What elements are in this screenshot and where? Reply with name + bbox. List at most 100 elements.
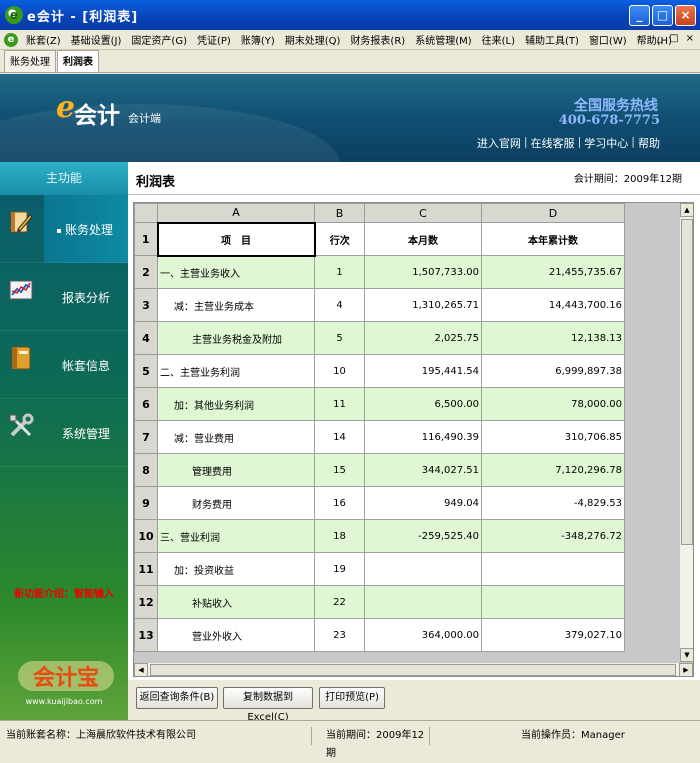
table-row[interactable]: 2 一、主营业务收入 1 1,507,733.00 21,455,735.67 [134,255,680,289]
row-header[interactable]: 2 [134,255,158,289]
cell-item[interactable]: 加：其他业务利润 [157,387,315,421]
table-row[interactable]: 4 主营业务税金及附加 5 2,025.75 12,138.13 [134,321,680,355]
tab-income-statement[interactable]: 利润表 [57,50,99,72]
cell-line-no[interactable]: 14 [314,420,365,454]
grid-corner[interactable] [134,203,158,223]
cell-year-amount[interactable]: 379,027.10 [481,618,625,652]
cell-line-no[interactable]: 1 [314,255,365,289]
scroll-thumb[interactable] [681,219,693,545]
column-header-a[interactable]: A [157,203,315,223]
cell-year-amount[interactable]: 7,120,296.78 [481,453,625,487]
cell-year-amount[interactable]: 78,000.00 [481,387,625,421]
cell-header-item[interactable]: 项 目 [156,221,316,257]
table-row[interactable]: 6 加：其他业务利润 11 6,500.00 78,000.00 [134,387,680,421]
cell-month-amount[interactable] [364,552,482,586]
table-row[interactable]: 13 营业外收入 23 364,000.00 379,027.10 [134,618,680,652]
cell-year-amount[interactable]: 14,443,700.16 [481,288,625,322]
row-header[interactable]: 11 [134,552,158,586]
cell-line-no[interactable]: 5 [314,321,365,355]
menu-tools[interactable]: 辅助工具(T) [520,32,584,47]
sidebar-item-report-analysis[interactable]: 报表分析 [0,263,128,331]
close-button[interactable]: × [675,5,696,26]
cell-month-amount[interactable]: 6,500.00 [364,387,482,421]
cell-item[interactable]: 管理费用 [157,453,315,487]
link-help[interactable]: 帮助 [638,135,660,151]
row-header[interactable]: 10 [134,519,158,553]
table-row[interactable]: 12 补贴收入 22 [134,585,680,619]
scroll-up-arrow-icon[interactable]: ▲ [680,203,693,217]
cell-line-no[interactable]: 18 [314,519,365,553]
cell-month-amount[interactable]: 116,490.39 [364,420,482,454]
cell-year-amount[interactable]: -348,276.72 [481,519,625,553]
cell-item[interactable]: 减：营业费用 [157,420,315,454]
horizontal-scrollbar[interactable]: ◀ ▶ [134,662,693,676]
mdi-minimize-button[interactable]: _ [657,33,662,44]
row-header[interactable]: 9 [134,486,158,520]
cell-item[interactable]: 二、主营业务利润 [157,354,315,388]
menu-system-management[interactable]: 系统管理(M) [410,32,476,47]
scroll-left-arrow-icon[interactable]: ◀ [134,663,148,676]
cell-item[interactable]: 减：主营业务成本 [157,288,315,322]
cell-item[interactable]: 一、主营业务收入 [157,255,315,289]
cell-item[interactable]: 三、营业利润 [157,519,315,553]
row-header[interactable]: 6 [134,387,158,421]
menu-window[interactable]: 窗口(W) [584,32,632,47]
sidebar-item-accounting[interactable]: 账务处理 [0,195,128,263]
cell-month-amount[interactable]: 195,441.54 [364,354,482,388]
cell-line-no[interactable]: 19 [314,552,365,586]
mdi-close-button[interactable]: × [686,33,694,44]
menu-ledger[interactable]: 账簿(Y) [236,32,280,47]
window-titlebar[interactable]: e e会计 - [利润表] _ □ × [0,0,700,30]
cell-year-amount[interactable]: 12,138.13 [481,321,625,355]
income-statement-grid[interactable]: A B C D 1 项 目 行次 本月数 本年累计数 2 一、主营业务收入 1 1,5… [134,203,680,652]
vertical-scrollbar[interactable]: ▲ ▼ [679,203,693,662]
cell-item[interactable]: 加：投资收益 [157,552,315,586]
cell-month-amount[interactable]: 949.04 [364,486,482,520]
back-to-query-button[interactable]: 返回查询条件(B) [136,687,218,709]
menu-financial-reports[interactable]: 财务报表(R) [345,32,410,47]
menu-period-end[interactable]: 期末处理(Q) [280,32,346,47]
table-row[interactable]: 3 减：主营业务成本 4 1,310,265.71 14,443,700.16 [134,288,680,322]
menu-voucher[interactable]: 凭证(P) [192,32,236,47]
cell-month-amount[interactable]: -259,525.40 [364,519,482,553]
row-header[interactable]: 7 [134,420,158,454]
mdi-restore-button[interactable]: □ [669,33,678,44]
maximize-button[interactable]: □ [652,5,673,26]
cell-line-no[interactable]: 15 [314,453,365,487]
minimize-button[interactable]: _ [629,5,650,26]
cell-line-no[interactable]: 4 [314,288,365,322]
cell-month-amount[interactable]: 1,507,733.00 [364,255,482,289]
menu-contacts[interactable]: 往来(L) [477,32,520,47]
cell-header-year[interactable]: 本年累计数 [481,222,625,256]
link-official-site[interactable]: 进入官网 [477,135,521,151]
cell-line-no[interactable]: 11 [314,387,365,421]
cell-year-amount[interactable]: 6,999,897.38 [481,354,625,388]
menu-account-set[interactable]: 账套(Z) [21,32,66,47]
row-header[interactable]: 5 [134,354,158,388]
column-header-d[interactable]: D [481,203,625,223]
tab-accounting[interactable]: 账务处理 [4,50,56,72]
cell-month-amount[interactable]: 364,000.00 [364,618,482,652]
cell-month-amount[interactable] [364,585,482,619]
cell-header-month[interactable]: 本月数 [364,222,482,256]
table-row[interactable]: 11 加：投资收益 19 [134,552,680,586]
column-header-c[interactable]: C [364,203,482,223]
table-row[interactable]: 8 管理费用 15 344,027.51 7,120,296.78 [134,453,680,487]
row-header[interactable]: 4 [134,321,158,355]
document-icon[interactable]: e [4,32,18,47]
cell-line-no[interactable]: 23 [314,618,365,652]
table-row[interactable]: 5 二、主营业务利润 10 195,441.54 6,999,897.38 [134,354,680,388]
table-row[interactable]: 10 三、营业利润 18 -259,525.40 -348,276.72 [134,519,680,553]
column-header-b[interactable]: B [314,203,365,223]
cell-month-amount[interactable]: 1,310,265.71 [364,288,482,322]
row-header[interactable]: 3 [134,288,158,322]
copy-to-excel-button[interactable]: 复制数据到Excel(C) [223,687,313,723]
row-header[interactable]: 8 [134,453,158,487]
cell-line-no[interactable]: 16 [314,486,365,520]
cell-year-amount[interactable]: 21,455,735.67 [481,255,625,289]
menu-fixed-assets[interactable]: 固定资产(G) [126,32,192,47]
cell-line-no[interactable]: 10 [314,354,365,388]
sidebar-item-system-management[interactable]: 系统管理 [0,399,128,467]
row-header[interactable]: 13 [134,618,158,652]
link-online-support[interactable]: 在线客服 [531,135,575,151]
